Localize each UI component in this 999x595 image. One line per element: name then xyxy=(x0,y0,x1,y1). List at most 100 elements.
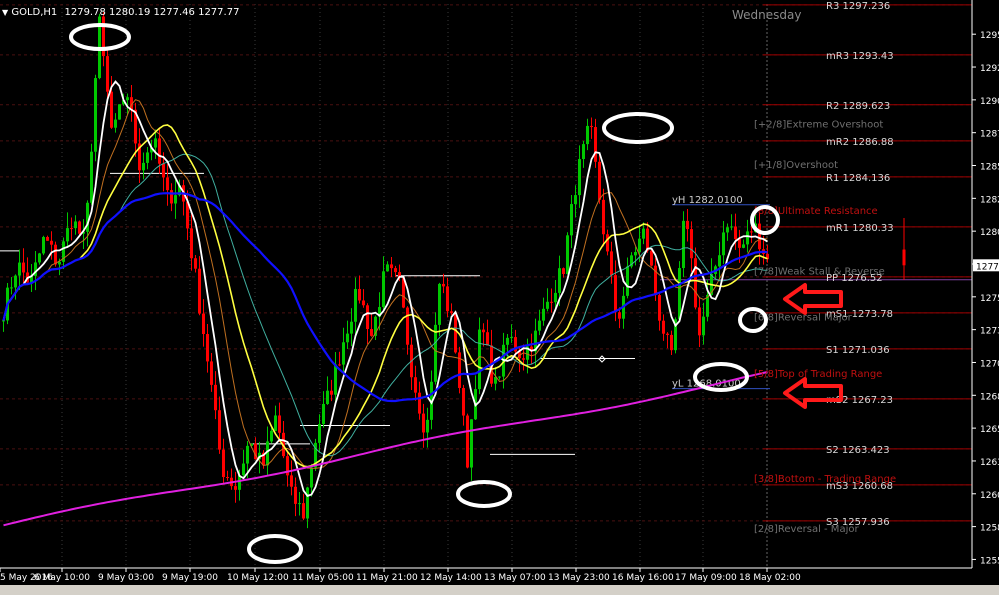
price-tick-label: 1282 xyxy=(980,195,999,205)
candle-body xyxy=(322,403,325,425)
price-tick-label: 1285 xyxy=(980,163,999,173)
candle-body xyxy=(46,236,49,241)
level-label-r3: R3 1297.236 xyxy=(826,1,890,12)
candle-body xyxy=(14,275,17,288)
candle-body xyxy=(634,252,637,256)
candle-body xyxy=(382,271,385,308)
time-tick-label: 11 May 21:00 xyxy=(356,573,418,583)
candle-body xyxy=(338,364,341,366)
candle-body xyxy=(418,392,421,414)
price-tick-label: 1263 xyxy=(980,458,999,468)
candle-body xyxy=(442,283,445,287)
candle-body xyxy=(738,239,741,248)
triangle-down-icon[interactable]: ▼ xyxy=(2,8,8,17)
price-tick-label: 1275 xyxy=(980,294,999,304)
candle-body xyxy=(446,286,449,312)
candle-body xyxy=(350,321,353,334)
time-tick-label: 11 May 05:00 xyxy=(292,573,354,583)
time-tick-label: 18 May 02:00 xyxy=(739,573,801,583)
murrey-label: [+1/8]Overshoot xyxy=(754,160,838,171)
candle-body xyxy=(366,305,369,330)
candle-body xyxy=(174,195,177,204)
candle-body xyxy=(158,138,161,164)
candle-body xyxy=(642,228,645,239)
time-tick-label: 10 May 12:00 xyxy=(227,573,289,583)
candle-body xyxy=(578,159,581,196)
level-label-mr2: mR2 1286.88 xyxy=(826,137,894,148)
time-tick-label: 12 May 14:00 xyxy=(420,573,482,583)
time-tick-label: 16 May 16:00 xyxy=(612,573,674,583)
candle-body xyxy=(386,264,389,272)
candle-body xyxy=(342,342,345,365)
candle-body xyxy=(330,390,333,395)
candle-body xyxy=(606,234,609,252)
price-tick-label: 1290 xyxy=(980,97,999,107)
level-label-r1: R1 1284.136 xyxy=(826,173,890,184)
price-tick-label: 1265 xyxy=(980,425,999,435)
candle-body xyxy=(722,232,725,256)
candle-body xyxy=(498,376,501,378)
candle-body xyxy=(358,288,361,301)
candle-body xyxy=(278,415,281,433)
day-label: Wednesday xyxy=(732,8,802,22)
price-tick-label: 1255 xyxy=(980,556,999,566)
price-tick-label: 1287 xyxy=(980,130,999,140)
candle-body xyxy=(618,312,621,319)
level-label-mr3: mR3 1293.43 xyxy=(826,51,894,62)
candle-body xyxy=(454,313,457,353)
candle-body xyxy=(270,430,273,442)
candle-body xyxy=(310,467,313,488)
price-tick-label: 1270 xyxy=(980,359,999,369)
status-strip xyxy=(0,585,999,595)
candle-body xyxy=(206,334,209,362)
time-tick-label: 9 May 19:00 xyxy=(162,573,218,583)
candle-body xyxy=(478,329,481,390)
candle-body xyxy=(118,104,121,120)
candle-body xyxy=(302,503,305,519)
candle-body xyxy=(166,177,169,191)
candle-body xyxy=(742,244,745,248)
candle-body xyxy=(218,410,221,450)
candle-body xyxy=(198,268,201,314)
time-tick-label: 9 May 03:00 xyxy=(98,573,154,583)
candle-body xyxy=(470,419,473,468)
candle-body xyxy=(610,251,613,276)
candle-body xyxy=(590,125,593,128)
candle-body xyxy=(354,288,357,322)
candle-body xyxy=(574,195,577,205)
candle-body xyxy=(370,329,373,336)
candle-body xyxy=(626,266,629,296)
price-tick-label: 1268 xyxy=(980,392,999,402)
candle-body xyxy=(658,295,661,321)
candle-body xyxy=(566,235,569,274)
symbol-timeframe: GOLD,H1 xyxy=(11,7,58,18)
yesterday-level-label: yH 1282.0100 xyxy=(672,195,743,206)
candle-body xyxy=(242,463,245,476)
candle-body xyxy=(510,337,513,339)
candle-body xyxy=(670,334,673,351)
candle-body xyxy=(78,221,81,234)
candle-body xyxy=(66,228,69,242)
candle-body xyxy=(394,268,397,273)
candle-body xyxy=(306,487,309,519)
level-label-r2: R2 1289.623 xyxy=(826,101,890,112)
price-chart[interactable]: yH 1282.0100yL 1268.0100 R3 1297.236mR3 … xyxy=(0,0,999,595)
candle-body xyxy=(694,258,697,308)
candle-body xyxy=(702,316,705,336)
chart-title[interactable]: ▼ GOLD,H1 1279.78 1280.19 1277.46 1277.7… xyxy=(2,7,239,18)
candle-body xyxy=(570,204,573,236)
candle-body xyxy=(214,384,217,411)
candle-body xyxy=(554,292,557,303)
candle-body xyxy=(614,275,617,313)
candle-body xyxy=(202,313,205,335)
candle-body xyxy=(54,244,57,265)
candle-body xyxy=(234,486,237,490)
level-label-s1: S1 1271.036 xyxy=(826,345,890,356)
time-tick-label: 13 May 07:00 xyxy=(484,573,546,583)
candle-body xyxy=(538,320,541,331)
candle-body xyxy=(246,445,249,464)
candle-body xyxy=(362,300,365,306)
candle-body xyxy=(38,253,41,263)
candle-body xyxy=(162,163,165,178)
candle-body xyxy=(550,301,553,303)
